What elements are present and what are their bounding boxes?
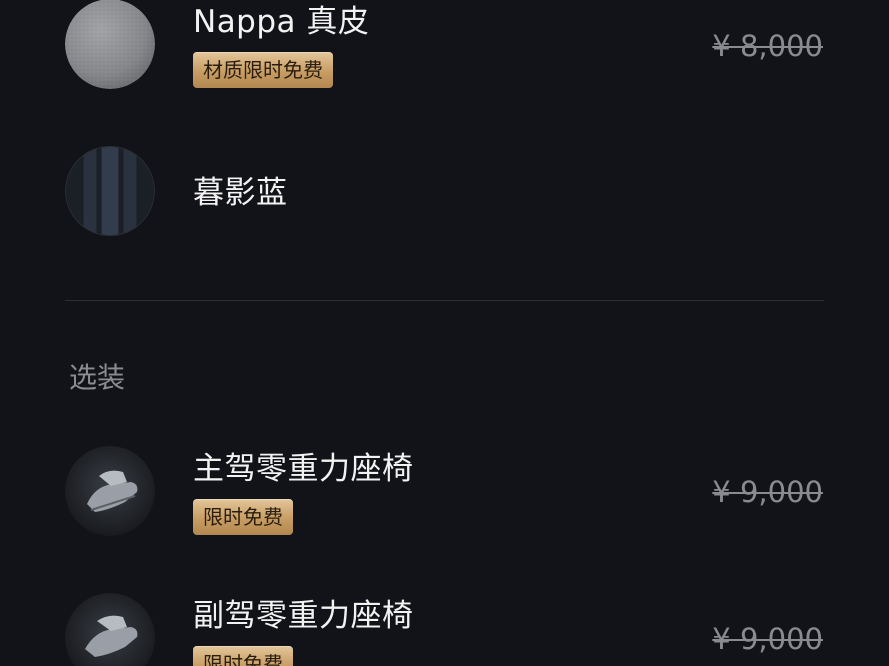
- option-driver-zero-gravity-seat[interactable]: 主驾零重力座椅 限时免费 ¥ 9,000: [0, 445, 889, 541]
- option-title: 副驾零重力座椅: [193, 598, 414, 634]
- gray-leather-swatch-icon: [65, 0, 155, 89]
- material-title: 暮影蓝: [193, 175, 288, 211]
- material-option-dusk-blue[interactable]: 暮影蓝: [0, 145, 889, 241]
- material-title: Nappa 真皮: [193, 4, 370, 40]
- promo-badge: 限时免费: [193, 499, 293, 535]
- driver-seat-icon: [65, 446, 155, 536]
- options-section-label: 选装: [69, 361, 126, 394]
- promo-badge: 限时免费: [193, 646, 293, 666]
- material-option-nappa[interactable]: Nappa 真皮 材质限时免费 ¥ 8,000: [0, 0, 889, 96]
- original-price: ¥ 8,000: [712, 29, 823, 63]
- dark-blue-seat-swatch-icon: [65, 146, 155, 236]
- option-title: 主驾零重力座椅: [193, 451, 414, 487]
- option-list-screen: Nappa 真皮 材质限时免费 ¥ 8,000 暮影蓝 选装 主驾零重力座椅 限…: [0, 0, 889, 666]
- section-divider: [65, 300, 824, 301]
- option-passenger-zero-gravity-seat[interactable]: 副驾零重力座椅 限时免费 ¥ 9,000: [0, 592, 889, 666]
- passenger-seat-icon: [65, 593, 155, 666]
- original-price: ¥ 9,000: [712, 622, 823, 656]
- promo-badge: 材质限时免费: [193, 52, 333, 88]
- original-price: ¥ 9,000: [712, 475, 823, 509]
